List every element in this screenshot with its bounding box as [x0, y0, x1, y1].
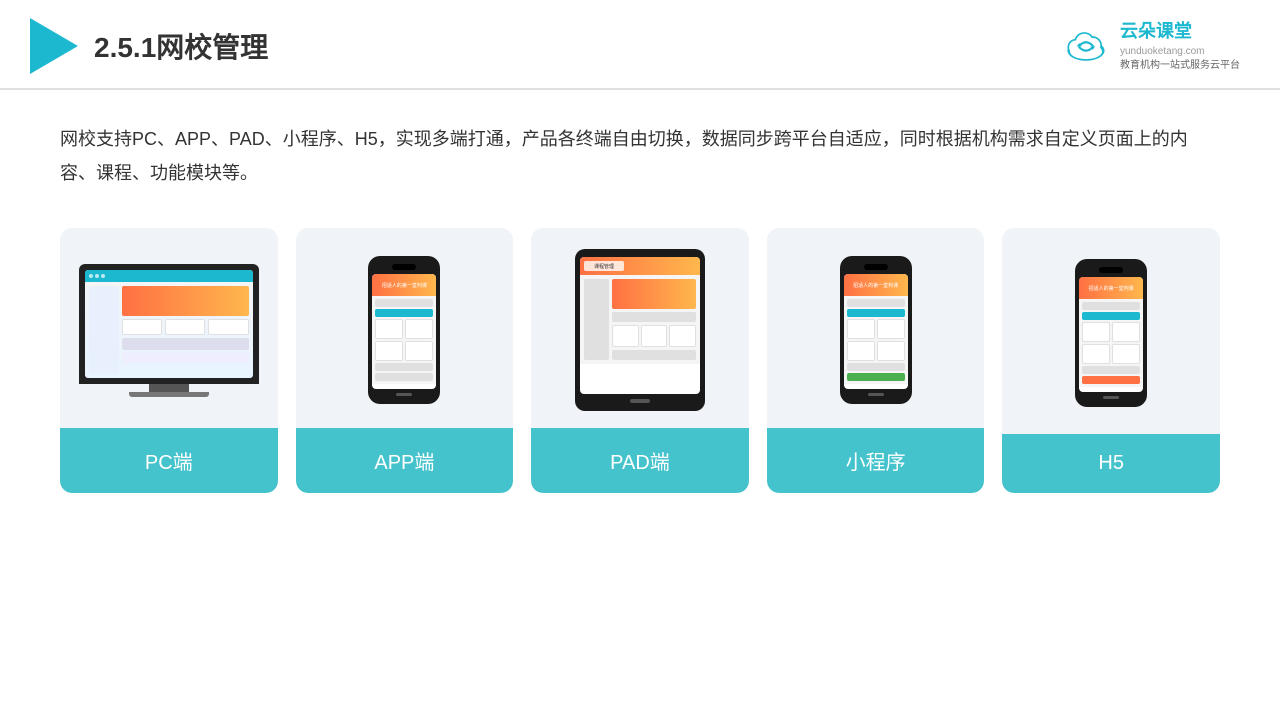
- card-app: 招适人的第一堂判课: [296, 228, 514, 493]
- h5-device-mockup: 招适人的第一堂判课: [1075, 259, 1147, 407]
- header-left: 2.5.1网校管理: [30, 18, 268, 74]
- card-miniprogram: 招适人的第一堂判课: [767, 228, 985, 493]
- card-h5-label: H5: [1002, 434, 1220, 493]
- card-pad-image: 课程管理: [531, 228, 749, 428]
- card-app-label: APP端: [296, 428, 514, 493]
- card-miniprogram-label: 小程序: [767, 428, 985, 493]
- pad-device-mockup: 课程管理: [575, 249, 705, 411]
- cards-container: PC端 招适人的第一堂判课: [60, 228, 1220, 493]
- brand-tagline: 教育机构一站式服务云平台: [1120, 59, 1240, 73]
- page-title: 2.5.1网校管理: [94, 26, 268, 66]
- card-pc-image: [60, 228, 278, 428]
- brand-cloud-icon: [1060, 27, 1112, 65]
- brand-name: 云朵课堂: [1120, 19, 1240, 44]
- logo-triangle-icon: [30, 18, 78, 74]
- description-text: 网校支持PC、APP、PAD、小程序、H5，实现多端打通，产品各终端自由切换，数…: [60, 122, 1220, 190]
- brand-logo: 云朵课堂 yunduoketang.com 教育机构一站式服务云平台: [1060, 19, 1240, 72]
- pc-device-mockup: [79, 264, 259, 397]
- card-pad: 课程管理: [531, 228, 749, 493]
- header: 2.5.1网校管理 云朵课堂 yunduoketang.com 教育机构一站式服…: [0, 0, 1280, 90]
- card-h5-image: 招适人的第一堂判课: [1002, 228, 1220, 434]
- card-h5: 招适人的第一堂判课: [1002, 228, 1220, 493]
- brand-domain: yunduoketang.com: [1120, 45, 1240, 59]
- card-miniprogram-image: 招适人的第一堂判课: [767, 228, 985, 428]
- card-pc: PC端: [60, 228, 278, 493]
- card-app-image: 招适人的第一堂判课: [296, 228, 514, 428]
- app-device-mockup: 招适人的第一堂判课: [368, 256, 440, 404]
- card-pad-label: PAD端: [531, 428, 749, 493]
- miniprogram-device-mockup: 招适人的第一堂判课: [840, 256, 912, 404]
- brand-text: 云朵课堂 yunduoketang.com 教育机构一站式服务云平台: [1120, 19, 1240, 72]
- card-pc-label: PC端: [60, 428, 278, 493]
